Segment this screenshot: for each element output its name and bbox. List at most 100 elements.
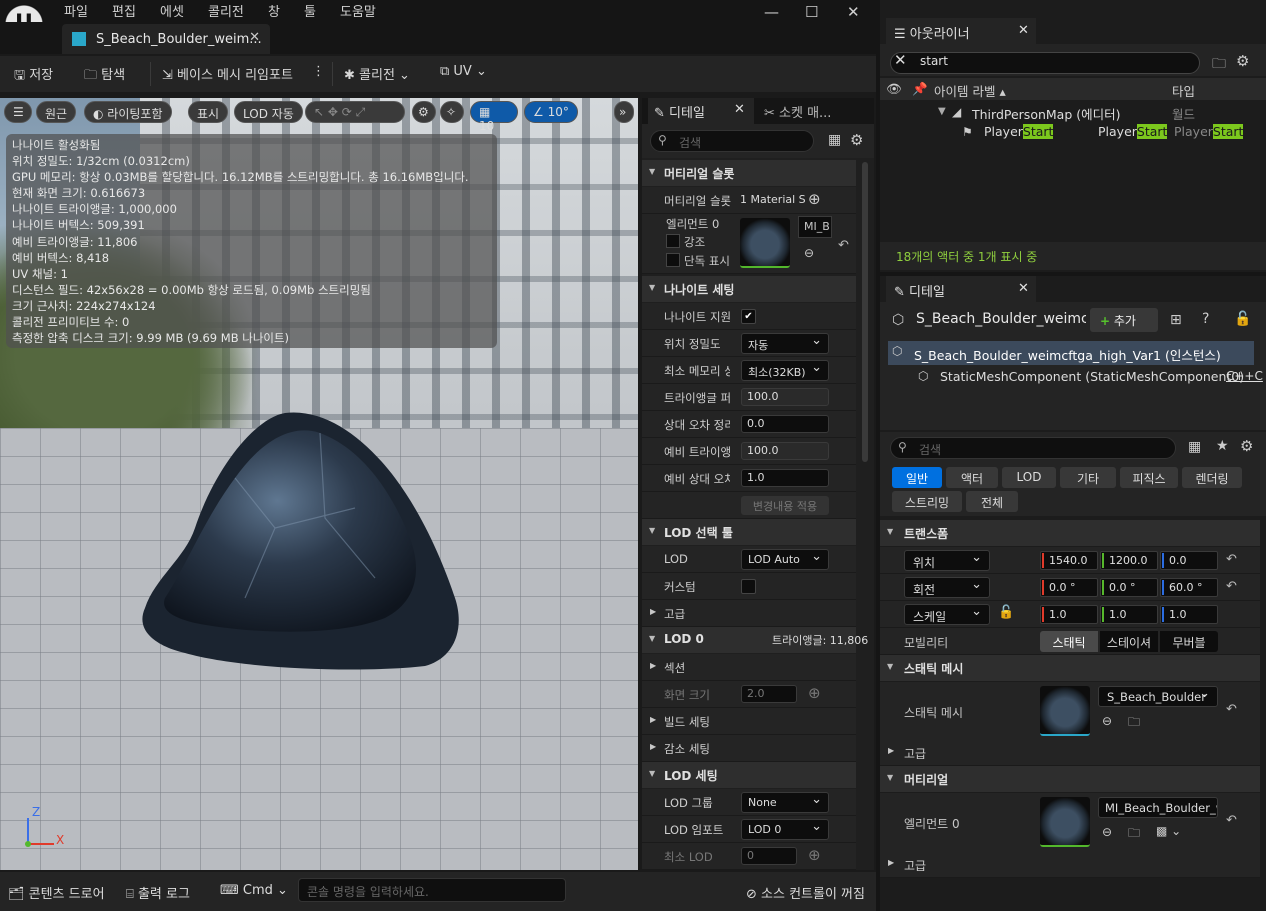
trim-rel-error-input[interactable]: 0.0 <box>741 415 829 433</box>
menu-help[interactable]: 도움말 <box>340 1 376 20</box>
section-materials[interactable]: 머티리얼 <box>880 766 1260 792</box>
add-slot-icon[interactable]: ⊕ <box>808 190 821 208</box>
scale-lock-icon[interactable]: 🔓 <box>998 605 1014 620</box>
location-dropdown[interactable]: 위치 <box>904 550 990 571</box>
settings-gear-icon[interactable]: ⚙ <box>850 131 863 149</box>
save-button[interactable]: 🖫 저장 <box>14 64 53 88</box>
table-view-icon[interactable]: ▦ <box>828 132 841 148</box>
cpp-link[interactable]: C++C <box>1226 369 1263 383</box>
grid-snap-button[interactable]: ▦ 10 <box>470 101 518 133</box>
details-tab[interactable]: ✎ 디테일 ✕ <box>648 98 754 124</box>
rotation-x[interactable]: 0.0 ° <box>1040 578 1098 597</box>
advanced-row[interactable]: ▶ 고급 <box>642 600 856 627</box>
material-options-icon[interactable]: ▩ ⌄ <box>1156 824 1181 838</box>
scale-z[interactable]: 1.0 <box>1160 605 1218 624</box>
lod-dropdown[interactable]: LOD Auto <box>741 549 829 570</box>
outliner-settings-icon[interactable]: ⚙ <box>1236 52 1249 70</box>
level-details-tab[interactable]: ✎ 디테일 ✕ <box>886 276 1036 302</box>
uv-menu-button[interactable]: ⧉ UV ⌄ <box>440 64 487 79</box>
mobility-stationary[interactable]: 스테이셔 <box>1100 631 1158 652</box>
visibility-column-icon[interactable]: 👁 <box>886 81 902 103</box>
mesh-details-search[interactable]: 검색 <box>650 130 814 152</box>
material-thumbnail[interactable] <box>740 218 790 268</box>
category-general[interactable]: 일반 <box>892 467 942 488</box>
highlight-checkbox[interactable] <box>666 234 680 248</box>
mobility-static[interactable]: 스태틱 <box>1040 631 1098 652</box>
viewport-menu-icon[interactable]: ☰ <box>4 101 32 123</box>
menu-window[interactable]: 창 <box>268 1 280 20</box>
minimize-icon[interactable]: — <box>764 3 779 21</box>
transform-tools-group[interactable]: ↖ ✥ ⟳ ⤢ <box>305 101 405 123</box>
viewport-expand-icon[interactable]: » <box>614 101 634 123</box>
isolate-checkbox[interactable] <box>666 253 680 267</box>
rotation-dropdown[interactable]: 회전 <box>904 577 990 598</box>
map-row-label[interactable]: ThirdPersonMap (에디터) <box>972 104 1121 123</box>
use-selected-icon[interactable]: ⊖ <box>1102 825 1112 839</box>
location-y[interactable]: 1200.0 <box>1100 551 1158 570</box>
lock-icon[interactable]: 🔓 <box>1234 311 1251 327</box>
more-options-icon[interactable]: ⋮ <box>312 64 325 79</box>
category-all[interactable]: 전체 <box>966 491 1018 512</box>
help-icon[interactable]: ? <box>1202 311 1209 327</box>
add-component-button[interactable]: + 추가 <box>1090 308 1158 332</box>
static-mesh-advanced-row[interactable]: ▶ 고급 <box>880 739 1260 766</box>
lod-group-dropdown[interactable]: None <box>741 792 829 813</box>
reduction-settings-row[interactable]: ▶ 감소 세팅 <box>642 735 856 762</box>
details-scrollbar[interactable] <box>862 162 868 462</box>
show-button[interactable]: 표시 <box>188 101 229 123</box>
add-icon[interactable]: ⊕ <box>808 684 821 702</box>
close-tab-icon[interactable]: ✕ <box>249 30 260 45</box>
content-drawer-button[interactable]: 🗂 콘텐츠 드로어 <box>8 883 105 902</box>
reimport-base-mesh-button[interactable]: ⇲ 베이스 메시 리임포트 <box>162 64 293 83</box>
lod-import-dropdown[interactable]: LOD 0 <box>741 819 829 840</box>
materials-advanced-row[interactable]: ▶ 고급 <box>880 851 1260 878</box>
camera-speed-icon[interactable]: ⚙ <box>412 101 436 123</box>
menu-file[interactable]: 파일 <box>64 1 88 20</box>
favorites-star-icon[interactable]: ★ <box>1216 438 1229 454</box>
reset-material-icon[interactable]: ↶ <box>1226 813 1237 828</box>
reset-static-mesh-icon[interactable]: ↶ <box>1226 702 1237 717</box>
actor-row-label[interactable]: PlayerStart <box>984 124 1054 139</box>
scale-y[interactable]: 1.0 <box>1100 605 1158 624</box>
lod-auto-button[interactable]: LOD 자동 <box>234 101 303 123</box>
category-misc[interactable]: 기타 <box>1060 467 1116 488</box>
actor-name-field[interactable]: S_Beach_Boulder_weimc <box>916 311 1086 327</box>
add-folder-icon[interactable]: 🗀 <box>1212 53 1226 77</box>
material-picker[interactable]: MI_B <box>798 216 832 238</box>
category-streaming[interactable]: 스트리밍 <box>892 491 962 512</box>
category-physics[interactable]: 피직스 <box>1120 467 1178 488</box>
apply-changes-button[interactable]: 변경내용 적용 <box>741 496 829 515</box>
screen-size-input[interactable]: 2.0 <box>741 685 797 703</box>
material-thumbnail[interactable] <box>1040 797 1090 847</box>
min-lod-input[interactable]: 0 <box>741 847 797 865</box>
perspective-button[interactable]: 원근 <box>36 101 77 123</box>
build-settings-row[interactable]: ▶ 빌드 세팅 <box>642 708 856 735</box>
use-selected-icon[interactable]: ⊖ <box>804 246 814 260</box>
surface-snap-icon[interactable]: ✧ <box>440 101 464 123</box>
keep-triangle-input[interactable]: 100.0 <box>741 388 829 406</box>
static-mesh-picker[interactable]: S_Beach_Boulder <box>1098 686 1218 707</box>
section-nanite-settings[interactable]: 나나이트 세팅 <box>642 276 856 302</box>
custom-checkbox[interactable] <box>741 579 756 594</box>
pin-column-icon[interactable]: 📌 <box>912 81 928 103</box>
output-log-button[interactable]: ⌸ 출력 로그 <box>126 883 190 902</box>
scale-x[interactable]: 1.0 <box>1040 605 1098 624</box>
position-precision-dropdown[interactable]: 자동 <box>741 333 829 354</box>
section-lod-picker[interactable]: LOD 선택 툴 <box>642 519 856 545</box>
table-view-icon[interactable]: ▦ <box>1188 439 1201 455</box>
scale-dropdown[interactable]: 스케일 <box>904 604 990 625</box>
menu-collision[interactable]: 콜리전 <box>208 1 244 20</box>
location-x[interactable]: 1540.0 <box>1040 551 1098 570</box>
item-label-column-header[interactable]: 아이템 라벨 ▴ <box>934 81 1006 103</box>
location-z[interactable]: 0.0 <box>1160 551 1218 570</box>
section-lod-settings[interactable]: LOD 세팅 <box>642 762 856 788</box>
fallback-rel-error-input[interactable]: 1.0 <box>741 469 829 487</box>
cmd-dropdown[interactable]: ⌨ Cmd ⌄ <box>220 883 288 898</box>
min-residency-dropdown[interactable]: 최소(32KB) <box>741 360 829 381</box>
sections-row[interactable]: ▶ 섹션 <box>642 654 856 681</box>
source-control-button[interactable]: ⊘ 소스 컨트롤이 꺼짐 <box>746 883 865 902</box>
add-icon[interactable]: ⊕ <box>808 846 821 864</box>
category-lod[interactable]: LOD <box>1002 467 1056 488</box>
outliner-tab[interactable]: ☰ 아웃라이너 ✕ <box>886 18 1036 44</box>
menu-tools[interactable]: 툴 <box>304 1 316 20</box>
